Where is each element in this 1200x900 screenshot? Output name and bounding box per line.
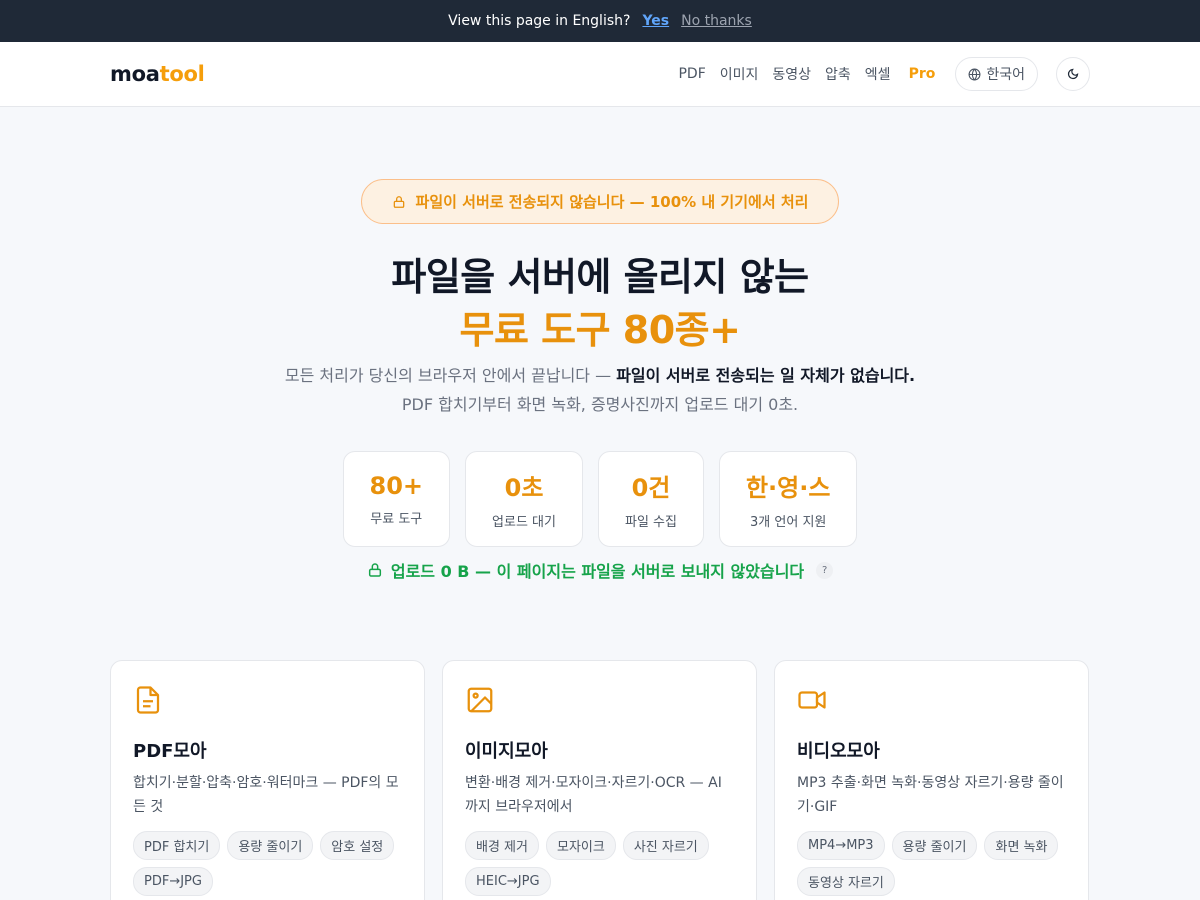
yes-link[interactable]: Yes [642, 13, 669, 29]
video-icon [798, 691, 826, 709]
stats-row: 80+ 무료 도구 0초 업로드 대기 0건 파일 수집 한·영·스 3개 언어… [0, 451, 1200, 547]
hero-title-line2: 무료 도구 80종+ [459, 308, 741, 352]
upload-status: 업로드 0 B — 이 페이지는 파일을 서버로 보내지 않았습니다 ? [0, 558, 1200, 582]
nav-link-pdf[interactable]: PDF [678, 66, 705, 82]
tag-chip[interactable]: 용량 줄이기 [891, 831, 978, 860]
tag-chip[interactable]: PDF 합치기 [133, 831, 221, 860]
header-nav: moatool PDF 이미지 동영상 압축 엑셀 Pro 한국어 [0, 42, 1200, 107]
tag-chip[interactable]: 암호 설정 [320, 831, 395, 860]
lock-icon [393, 195, 404, 208]
image-icon [467, 687, 493, 713]
stat-value: 한·영·스 [745, 474, 831, 502]
stat-label: 무료 도구 [370, 511, 423, 527]
nav-links: PDF 이미지 동영상 압축 엑셀 Pro 한국어 [678, 57, 1090, 91]
stat-card: 0건 파일 수집 [597, 451, 704, 547]
card-title: PDF모아 [133, 741, 207, 762]
subtitle-pre: 모든 처리가 당신의 브라우저 안에서 끝납니다 — [284, 366, 617, 385]
logo[interactable]: moatool [110, 62, 205, 86]
language-label: 한국어 [986, 67, 1025, 83]
stat-value: 0건 [631, 474, 671, 502]
card-desc: 변환·배경 제거·모자이크·자르기·OCR — AI까지 브라우저에서 [465, 775, 722, 815]
stat-card: 한·영·스 3개 언어 지원 [718, 451, 858, 547]
tag-chip[interactable]: HEIC→JPG [465, 867, 551, 896]
tag-chip[interactable]: MP4→MP3 [797, 831, 885, 860]
tag-chip[interactable]: 용량 줄이기 [227, 831, 314, 860]
card-tags: 배경 제거 모자이크 사진 자르기 HEIC→JPG [465, 831, 734, 896]
language-question: View this page in English? [448, 13, 631, 29]
hero-title-line1: 파일을 서버에 올리지 않는 [391, 255, 809, 299]
stat-label: 파일 수집 [624, 515, 677, 530]
tool-card-image[interactable]: 이미지모아 변환·배경 제거·모자이크·자르기·OCR — AI까지 브라우저에… [442, 660, 757, 900]
tag-chip[interactable]: PDF→JPG [133, 867, 213, 896]
stat-value: 80+ [369, 471, 424, 500]
privacy-badge: 파일이 서버로 전송되지 않습니다 — 100% 내 기기에서 처리 [361, 179, 839, 224]
tool-cards: PDF모아 합치기·분할·압축·암호·워터마크 — PDF의 모든 것 PDF … [110, 660, 1090, 900]
card-desc: MP3 추출·화면 녹화·동영상 자르기·용량 줄이기·GIF [797, 775, 1064, 815]
tool-card-pdf[interactable]: PDF모아 합치기·분할·압축·암호·워터마크 — PDF의 모든 것 PDF … [110, 660, 425, 900]
tag-chip[interactable]: 모자이크 [545, 831, 616, 860]
card-title: 이미지모아 [465, 741, 548, 762]
nav-link-video[interactable]: 동영상 [772, 64, 811, 84]
card-tags: PDF 합치기 용량 줄이기 암호 설정 PDF→JPG [133, 831, 402, 896]
language-button[interactable]: 한국어 [955, 57, 1038, 91]
nav-link-excel[interactable]: 엑셀 [865, 64, 891, 84]
theme-toggle-button[interactable] [1056, 57, 1090, 91]
upload-status-text: 업로드 0 B — 이 페이지는 파일을 서버로 보내지 않았습니다 [390, 562, 805, 581]
privacy-badge-text: 파일이 서버로 전송되지 않습니다 — 100% 내 기기에서 처리 [415, 193, 809, 211]
hero-subtitle: 모든 처리가 당신의 브라우저 안에서 끝납니다 — 파일이 서버로 전송되는 … [280, 361, 920, 419]
tag-chip[interactable]: 배경 제거 [465, 831, 539, 860]
subtitle-bold: 파일이 서버로 전송되는 일 자체가 없습니다. [616, 366, 916, 385]
nav-link-image[interactable]: 이미지 [720, 64, 759, 84]
logo-accent: tool [159, 62, 205, 86]
help-icon[interactable]: ? [816, 561, 834, 579]
logo-main: moa [110, 62, 160, 86]
nav-link-pro[interactable]: Pro [909, 66, 936, 82]
file-text-icon [136, 686, 160, 714]
tag-chip[interactable]: 동영상 자르기 [797, 867, 895, 896]
stat-label: 3개 언어 지원 [750, 515, 827, 530]
no-thanks-link[interactable]: No thanks [681, 13, 752, 29]
stat-card: 80+ 무료 도구 [342, 451, 451, 547]
stat-card: 0초 업로드 대기 [465, 451, 583, 547]
stat-value: 0초 [504, 474, 544, 502]
tag-chip[interactable]: 사진 자르기 [622, 831, 709, 860]
tag-chip[interactable]: 화면 녹화 [984, 831, 1059, 860]
nav-link-compress[interactable]: 압축 [825, 64, 851, 84]
globe-icon [968, 68, 981, 80]
card-title: 비디오모아 [797, 741, 880, 762]
language-suggestion-bar: View this page in English? Yes No thanks [0, 0, 1200, 42]
subtitle-post: PDF 합치기부터 화면 녹화, 증명사진까지 업로드 대기 0초. [401, 395, 799, 414]
card-desc: 합치기·분할·압축·암호·워터마크 — PDF의 모든 것 [133, 775, 399, 815]
tool-card-video[interactable]: 비디오모아 MP3 추출·화면 녹화·동영상 자르기·용량 줄이기·GIF MP… [774, 660, 1089, 900]
stat-label: 업로드 대기 [492, 515, 556, 530]
card-tags: MP4→MP3 용량 줄이기 화면 녹화 동영상 자르기 [797, 831, 1066, 896]
moon-icon [1067, 68, 1079, 80]
lock-icon [368, 563, 381, 577]
